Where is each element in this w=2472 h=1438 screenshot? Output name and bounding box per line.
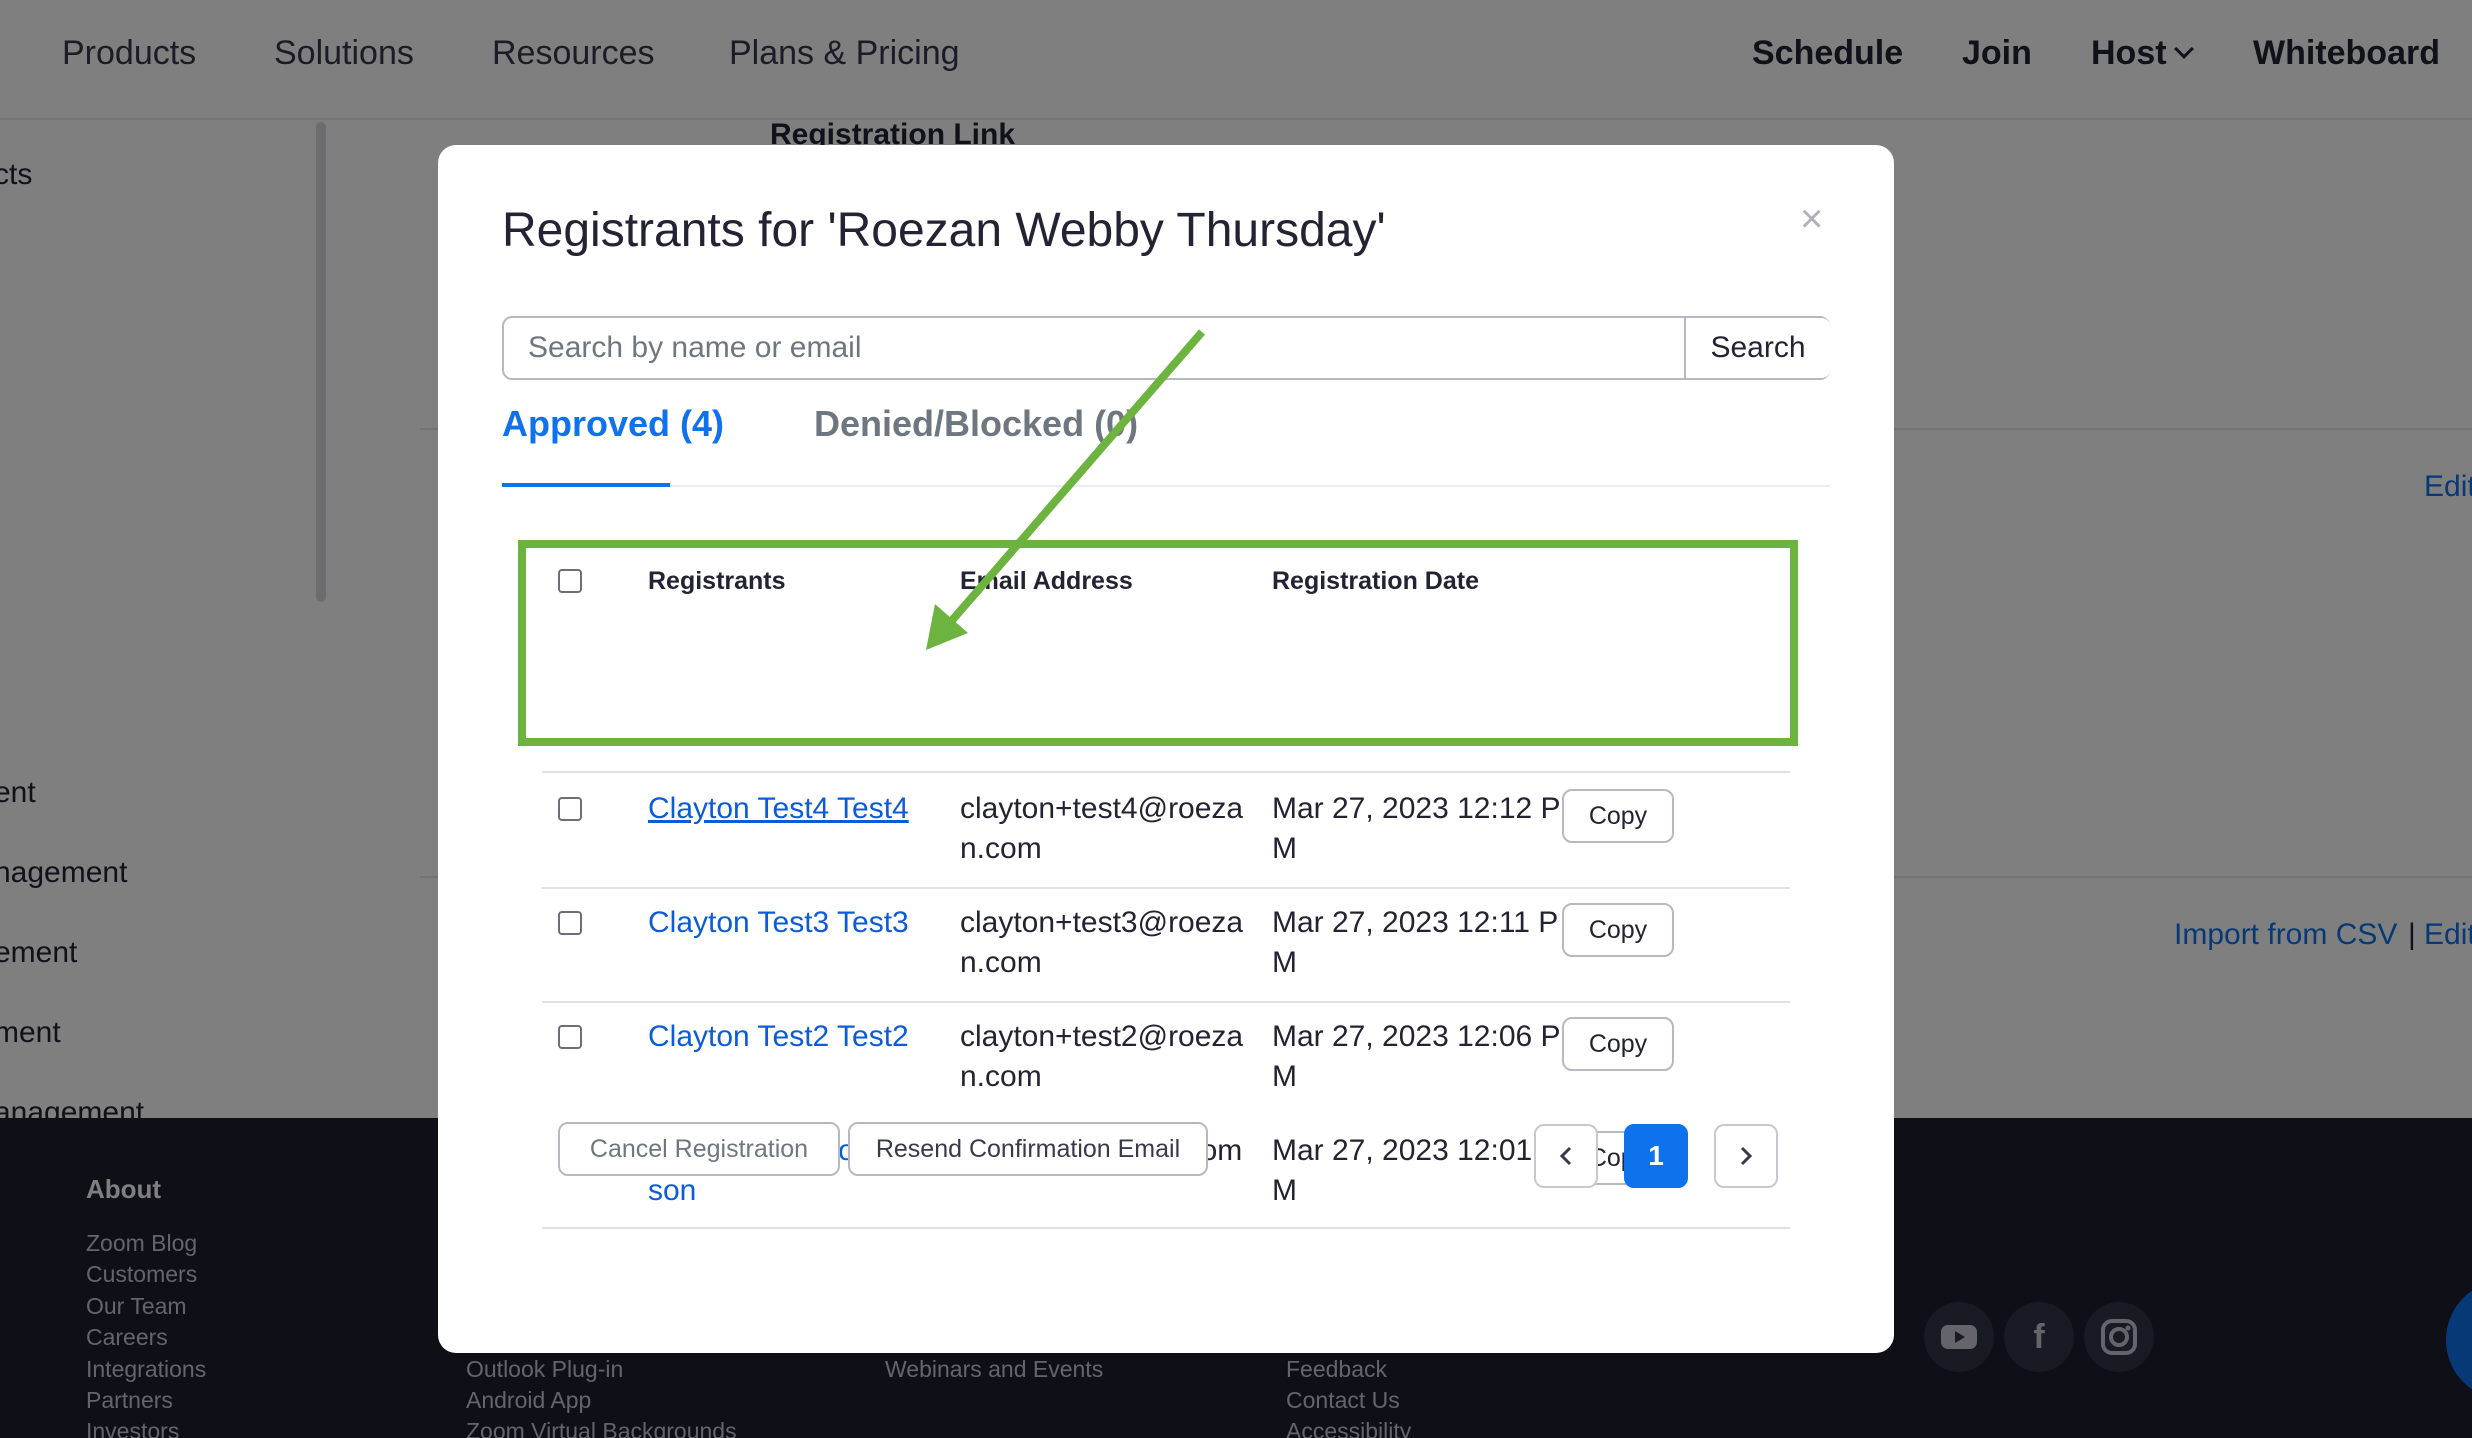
arrow-shaft	[944, 329, 1206, 628]
arrow-annotation	[926, 329, 1206, 650]
